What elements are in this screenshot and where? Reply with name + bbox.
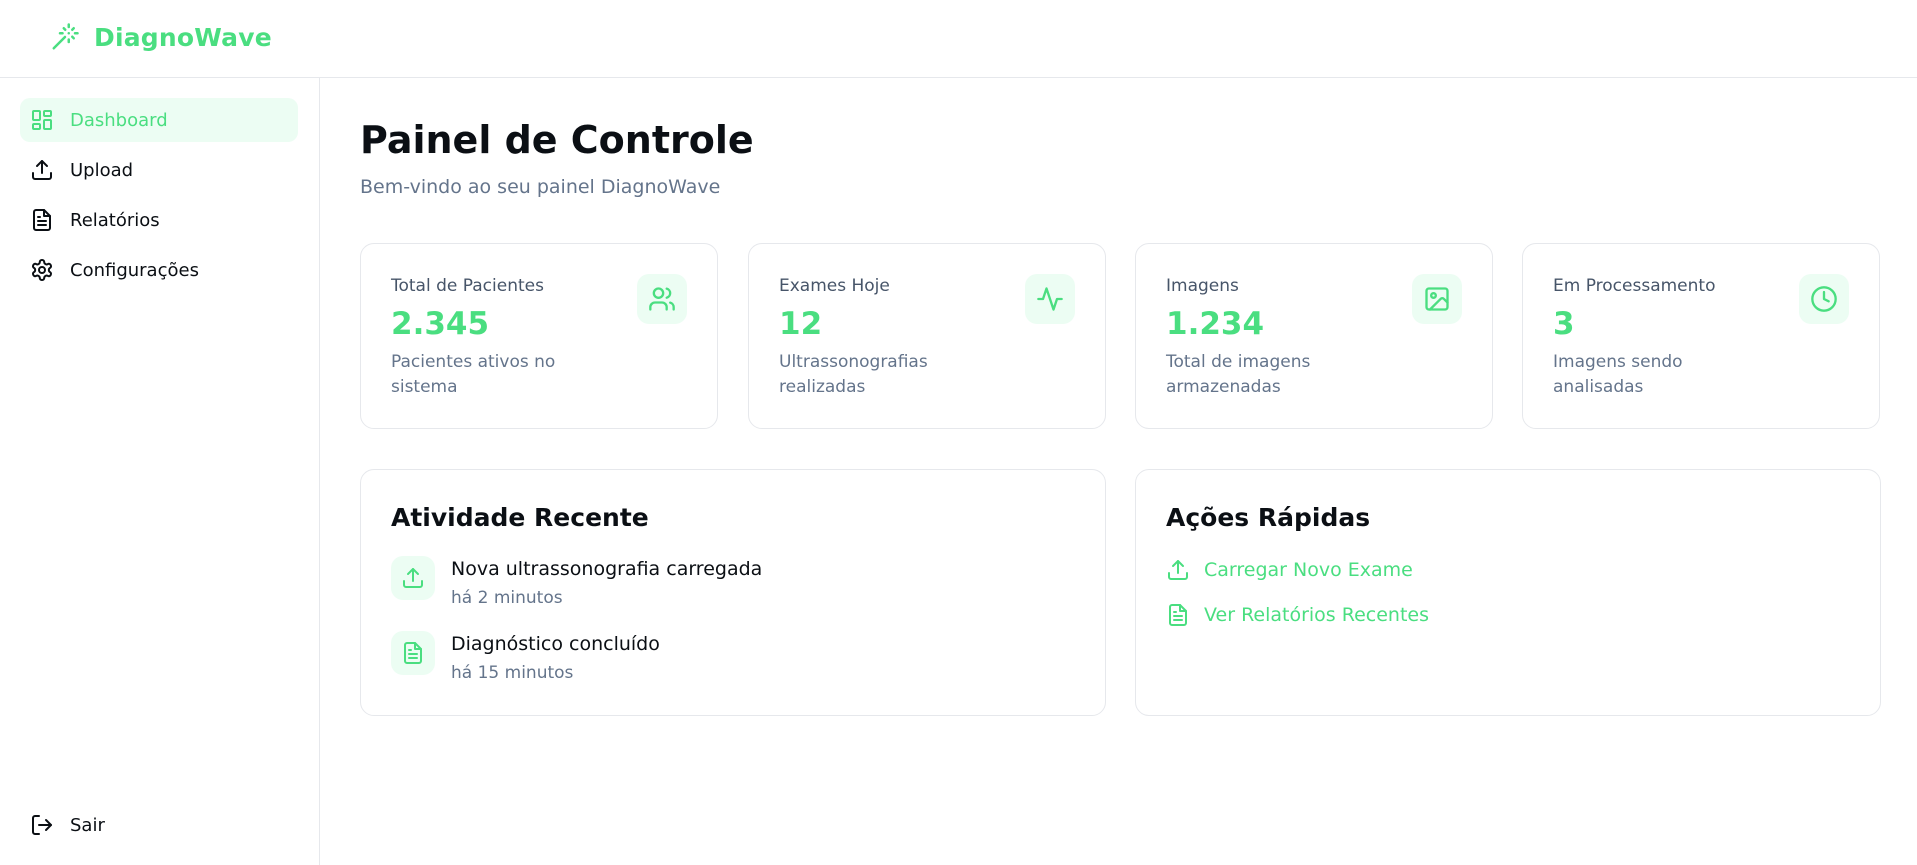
clock-icon [1811,286,1837,312]
view-recent-reports-link[interactable]: Ver Relatórios Recentes [1166,603,1429,627]
stat-icon-badge [1025,274,1075,324]
brand-logo[interactable]: DiagnoWave [50,22,272,52]
logout-icon [32,815,52,835]
logout-label: Sair [70,814,105,836]
activity-title: Diagnóstico concluído [451,633,660,655]
upload-icon [32,160,52,180]
stat-label: Em Processamento [1553,276,1716,296]
dashboard-grid-icon [32,110,52,130]
image-icon [1425,287,1449,311]
page-subtitle: Bem-vindo ao seu painel DiagnoWave [360,176,721,198]
activity-time: há 2 minutos [451,588,563,608]
stat-card-exames-hoje: Exames Hoje 12 Ultrassonografias realiza… [748,243,1106,429]
recent-activity-title: Atividade Recente [391,503,649,532]
logout-button[interactable]: Sair [20,803,298,847]
upload-new-exam-link[interactable]: Carregar Novo Exame [1166,558,1413,582]
sidebar-item-label: Relatórios [70,209,160,231]
sidebar-item-label: Configurações [70,259,199,281]
stat-icon-badge [1799,274,1849,324]
activity-item[interactable]: Diagnóstico concluído há 15 minutos [391,631,660,683]
stat-label: Total de Pacientes [391,276,544,296]
quick-actions-title: Ações Rápidas [1166,503,1371,532]
stat-value: 12 [779,306,823,342]
activity-icon-badge [391,631,435,675]
sidebar-item-label: Upload [70,159,134,181]
stat-label: Exames Hoje [779,276,890,296]
stat-icon-badge [637,274,687,324]
top-bar: DiagnoWave [0,0,1917,78]
sidebar-item-relatorios[interactable]: Relatórios [20,198,298,242]
document-icon [1169,604,1187,626]
quick-actions-panel: Ações Rápidas Carregar Novo Exame Ver Re… [1135,469,1881,716]
stat-value: 1.234 [1166,306,1265,342]
sidebar: Dashboard Upload Relatórios Configuraçõe… [0,78,320,865]
stat-description: Total de imagens armazenadas [1166,352,1311,397]
activity-icon-badge [391,556,435,600]
sidebar-item-configuracoes[interactable]: Configurações [20,248,298,292]
document-icon [33,209,51,231]
stat-description: Ultrassonografias realizadas [779,352,928,397]
upload-icon [403,568,423,588]
users-icon [649,287,675,311]
stat-icon-badge [1412,274,1462,324]
quick-action-label: Carregar Novo Exame [1204,559,1413,581]
activity-time: há 15 minutos [451,663,574,683]
recent-activity-panel: Atividade Recente Nova ultrassonografia … [360,469,1106,716]
stat-card-em-processamento: Em Processamento 3 Imagens sendo analisa… [1522,243,1880,429]
sidebar-item-dashboard[interactable]: Dashboard [20,98,298,142]
stat-card-imagens: Imagens 1.234 Total de imagens armazenad… [1135,243,1493,429]
upload-icon [1168,560,1188,580]
document-icon [404,642,422,664]
activity-item[interactable]: Nova ultrassonografia carregada há 2 min… [391,556,762,608]
stat-description: Imagens sendo analisadas [1553,352,1683,397]
sidebar-item-upload[interactable]: Upload [20,148,298,192]
magic-wand-icon [52,23,79,50]
stat-value: 3 [1553,306,1575,342]
stat-card-total-pacientes: Total de Pacientes 2.345 Pacientes ativo… [360,243,718,429]
page-title: Painel de Controle [360,118,754,162]
activity-title: Nova ultrassonografia carregada [451,558,763,580]
quick-action-label: Ver Relatórios Recentes [1204,604,1430,626]
stat-label: Imagens [1166,276,1239,296]
stat-description: Pacientes ativos no sistema [391,352,556,397]
sidebar-item-label: Dashboard [70,109,168,131]
brand-name: DiagnoWave [94,22,272,52]
activity-icon [1037,287,1063,311]
gear-icon [32,259,52,281]
stat-value: 2.345 [391,306,490,342]
